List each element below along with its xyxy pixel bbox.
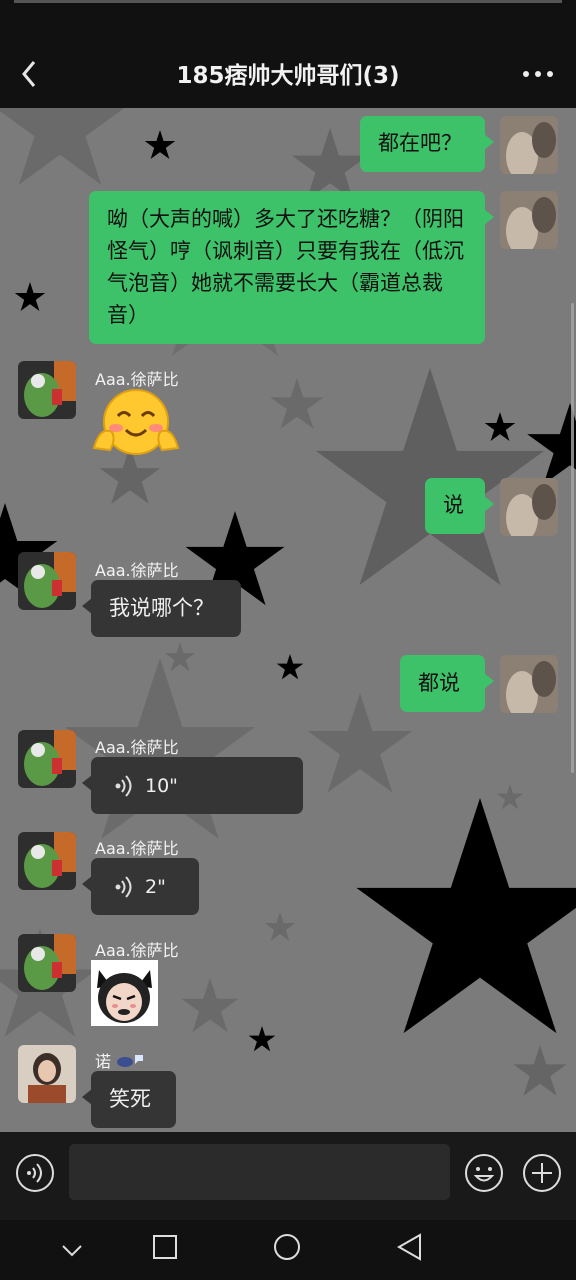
nav-home-button[interactable] xyxy=(273,1233,301,1265)
system-nav-bar xyxy=(0,1220,576,1280)
avatar-photo xyxy=(500,191,558,249)
smiley-icon xyxy=(465,1154,503,1192)
avatar-photo xyxy=(18,730,76,788)
avatar-photo xyxy=(500,655,558,713)
message-bubble[interactable]: 笑死 xyxy=(82,1071,176,1128)
avatar-photo xyxy=(18,1045,76,1103)
message-text: 呦（大声的喊）多大了还吃糖？（阴阳怪气）哼（讽刺音）只要有我在（低沉气泡音）她就… xyxy=(107,207,464,327)
chat-area[interactable]: 都在吧？ 呦（大声的喊）多大了还吃糖？（阴阳怪气）哼（讽刺音）只要有我在（低沉气… xyxy=(0,108,576,1132)
more-button[interactable] xyxy=(522,58,554,88)
angry-face-sticker xyxy=(97,970,152,1023)
voice-wave-icon xyxy=(115,774,132,797)
message-bubble[interactable]: 说 xyxy=(425,478,494,534)
message-bubble[interactable]: 我说哪个？ xyxy=(82,580,241,637)
message-bubble[interactable]: 呦（大声的喊）多大了还吃糖？（阴阳怪气）哼（讽刺音）只要有我在（低沉气泡音）她就… xyxy=(89,191,494,344)
more-functions-button[interactable] xyxy=(522,1153,562,1197)
voice-duration: 10" xyxy=(145,774,178,797)
message-bubble[interactable]: 都在吧？ xyxy=(360,116,494,172)
sender-name: 诺 xyxy=(95,1052,112,1071)
voice-duration: 2" xyxy=(145,875,166,898)
triangle-back-icon xyxy=(396,1233,421,1261)
chat-title: 185痞帅大帅哥们(3) xyxy=(176,63,400,89)
sender-name: Aaa.徐萨比 xyxy=(95,839,179,858)
voice-wave-icon xyxy=(115,875,132,898)
message-bubble[interactable]: 都说 xyxy=(400,655,494,712)
avatar-photo xyxy=(500,478,558,536)
chevron-down-icon xyxy=(62,1245,82,1257)
sender-name: Aaa.徐萨比 xyxy=(95,738,179,757)
chat-badge-icon xyxy=(117,1055,144,1067)
more-dots-icon xyxy=(523,71,553,77)
message-text: 说 xyxy=(443,493,464,517)
nav-down-button[interactable] xyxy=(60,1238,84,1266)
voice-message[interactable]: 2" xyxy=(82,858,199,915)
my-avatar[interactable] xyxy=(500,478,558,536)
scrollbar[interactable] xyxy=(571,303,574,773)
contact-avatar[interactable] xyxy=(18,934,76,992)
sender-name: Aaa.徐萨比 xyxy=(95,370,179,389)
message-text: 我说哪个？ xyxy=(109,596,214,620)
contact-avatar[interactable] xyxy=(18,1045,76,1103)
square-icon xyxy=(153,1235,177,1259)
top-bar: 185痞帅大帅哥们(3) xyxy=(0,0,576,108)
message-text: 都说 xyxy=(418,671,460,695)
sender-name: Aaa.徐萨比 xyxy=(95,561,179,580)
sticker-image[interactable] xyxy=(91,960,158,1026)
voice-message[interactable]: 10" xyxy=(82,757,303,814)
smiling-face-hands-icon xyxy=(92,389,180,455)
avatar-photo xyxy=(18,934,76,992)
nav-back-button[interactable] xyxy=(396,1233,424,1265)
avatar-photo xyxy=(18,361,76,419)
emoji-sticker[interactable] xyxy=(90,388,182,458)
my-avatar[interactable] xyxy=(500,116,558,174)
avatar-photo xyxy=(18,552,76,610)
sender-name: Aaa.徐萨比 xyxy=(95,941,179,960)
message-text: 笑死 xyxy=(109,1087,151,1111)
contact-avatar[interactable] xyxy=(18,552,76,610)
voice-input-button[interactable] xyxy=(15,1153,55,1197)
contact-avatar[interactable] xyxy=(18,832,76,890)
status-bar xyxy=(14,0,562,3)
circle-icon xyxy=(274,1234,300,1260)
plus-circle-icon xyxy=(523,1154,561,1192)
voice-icon xyxy=(16,1154,54,1192)
my-avatar[interactable] xyxy=(500,191,558,249)
my-avatar[interactable] xyxy=(500,655,558,713)
message-text: 都在吧？ xyxy=(378,131,462,155)
contact-avatar[interactable] xyxy=(18,730,76,788)
nav-recents-button[interactable] xyxy=(152,1234,178,1264)
contact-avatar[interactable] xyxy=(18,361,76,419)
sender-row: 诺 xyxy=(95,1048,145,1072)
message-input[interactable] xyxy=(69,1144,450,1200)
avatar-photo xyxy=(18,832,76,890)
emoji-button[interactable] xyxy=(464,1153,504,1197)
avatar-photo xyxy=(500,116,558,174)
